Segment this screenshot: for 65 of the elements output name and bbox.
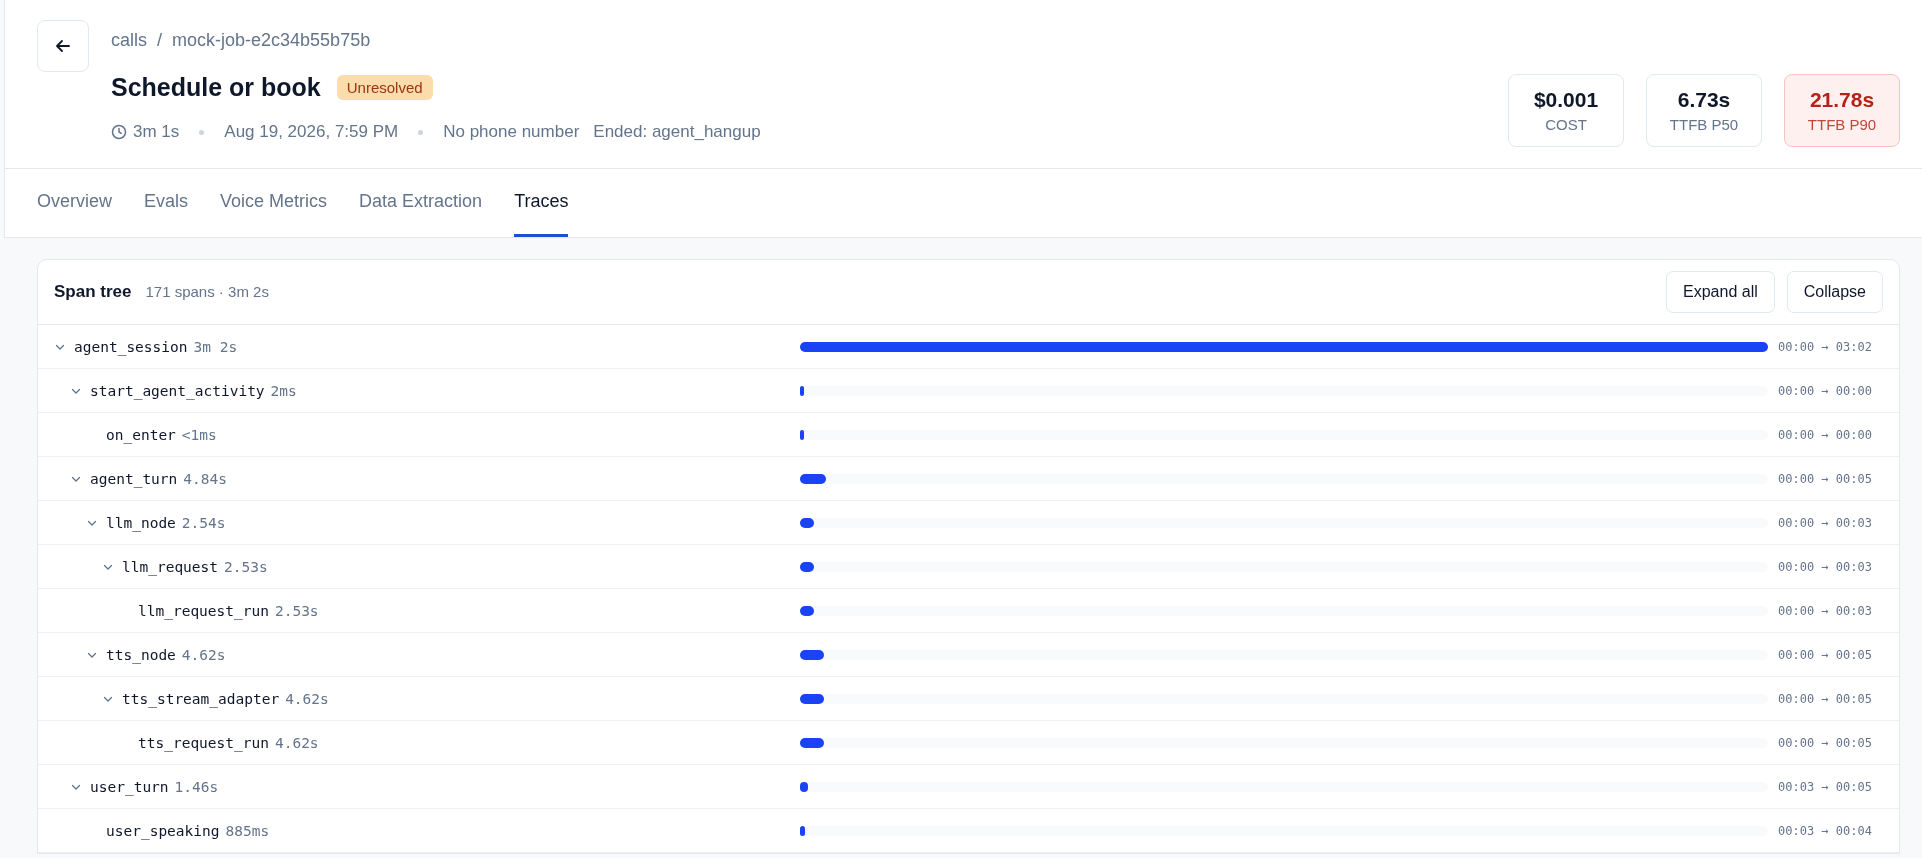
span-duration: 885ms [225, 822, 270, 839]
time-range: 00:00 → 00:00 [1778, 427, 1872, 442]
call-title: Schedule or book [111, 73, 321, 102]
span-duration: 2.54s [181, 514, 226, 531]
call-date: Aug 19, 2026, 7:59 PM [224, 122, 399, 142]
span-duration: 4.84s [183, 470, 227, 487]
span-duration: 2.53s [224, 558, 268, 575]
time-range: 00:00 → 00:00 [1778, 383, 1872, 398]
span-duration: 1.46s [174, 778, 219, 795]
stat-value: 6.73s [1676, 88, 1732, 112]
span-duration: 2.53s [274, 602, 319, 619]
phone-number: No phone number [443, 122, 580, 142]
tab[interactable]: Voice Metrics [220, 169, 328, 237]
time-range: 00:00 → 00:03 [1778, 603, 1872, 618]
tab[interactable]: Evals [144, 169, 189, 237]
panel-title: Span tree [54, 282, 132, 302]
time-range: 00:03 → 00:04 [1778, 823, 1872, 838]
expand-all-button[interactable]: Expand all [1666, 271, 1775, 313]
stat-value: $0.001 [1532, 88, 1600, 112]
breadcrumb-separator: / [157, 30, 163, 51]
span-name[interactable]: tts_request_run [138, 734, 269, 751]
time-range: 00:03 → 00:05 [1778, 779, 1872, 794]
span-name[interactable]: on_enter [106, 426, 176, 443]
time-range: 00:00 → 00:05 [1778, 735, 1872, 750]
span-name[interactable]: user_speaking [106, 822, 220, 839]
clock-icon [111, 124, 127, 140]
end-reason: Ended: agent_hangup [593, 122, 761, 142]
span-duration: 2ms [270, 382, 297, 399]
time-range: 00:00 → 03:02 [1778, 339, 1872, 354]
stat-label: COST [1544, 116, 1588, 133]
span-name[interactable]: tts_stream_adapter [122, 690, 280, 707]
span-name[interactable]: user_turn [90, 778, 169, 795]
span-name[interactable]: agent_session [74, 338, 188, 355]
time-range: 00:00 → 00:03 [1778, 515, 1872, 530]
collapse-button[interactable]: Collapse [1786, 271, 1883, 313]
time-range: 00:00 → 00:05 [1778, 647, 1872, 662]
span-name[interactable]: start_agent_activity [90, 382, 265, 399]
separator-dot-icon [199, 129, 205, 135]
tab[interactable]: Data Extraction [359, 169, 483, 237]
status-badge: Unresolved [336, 75, 433, 100]
span-summary: 171 spans · 3m 2s [145, 283, 269, 300]
span-name[interactable]: llm_request [122, 558, 219, 575]
span-name[interactable]: tts_node [106, 646, 176, 663]
tab[interactable]: Overview [37, 169, 112, 237]
breadcrumb-link[interactable]: calls [111, 30, 147, 51]
span-duration: 3m 2s [193, 338, 238, 355]
time-range: 00:00 → 00:03 [1778, 559, 1872, 574]
tab[interactable]: Traces [514, 169, 569, 237]
span-duration: 4.62s [274, 734, 319, 751]
span-duration: 4.62s [181, 646, 226, 663]
stat-label: TTFB P90 [1806, 116, 1878, 133]
span-duration: 4.62s [285, 690, 329, 707]
stat-label: TTFB P50 [1668, 116, 1740, 133]
span-name[interactable]: agent_turn [90, 470, 178, 487]
back-arrow-icon [54, 37, 72, 55]
span-name[interactable]: llm_node [106, 514, 176, 531]
span-name[interactable]: llm_request_run [138, 602, 269, 619]
separator-dot-icon [418, 129, 424, 135]
back-button[interactable] [37, 20, 89, 72]
stat-value: 21.78s [1808, 88, 1876, 112]
time-range: 00:00 → 00:05 [1778, 691, 1872, 706]
time-range: 00:00 → 00:05 [1778, 471, 1872, 486]
span-duration: <1ms [181, 426, 217, 443]
breadcrumb-current: mock-job-e2c34b55b75b [172, 30, 371, 51]
call-duration: 3m 1s [133, 122, 180, 142]
